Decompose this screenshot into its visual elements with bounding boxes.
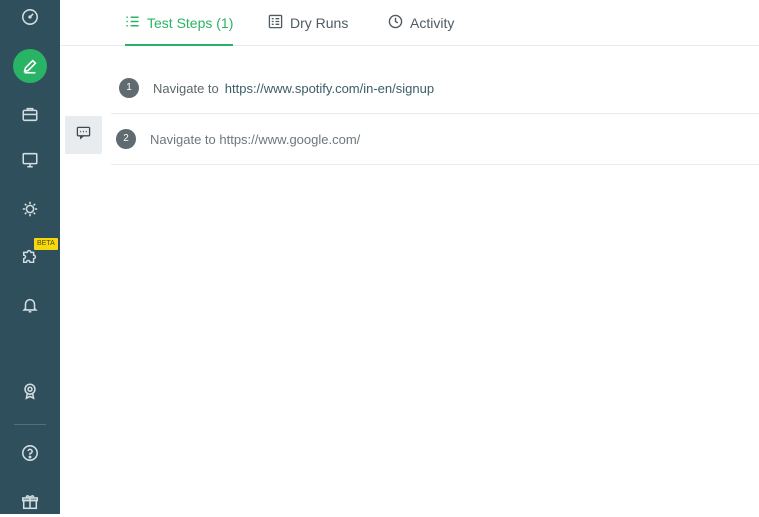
- step-action-text[interactable]: Navigate to https://www.google.com/: [150, 132, 360, 147]
- award-badge-icon[interactable]: [15, 376, 45, 406]
- left-sidebar: BETA: [0, 0, 60, 514]
- help-question-icon[interactable]: [15, 438, 45, 468]
- step-number: 2: [116, 129, 136, 149]
- tab-test-steps-label: Test Steps (1): [147, 14, 234, 31]
- step-row-1[interactable]: 1 Navigate to https://www.spotify.com/in…: [111, 63, 759, 114]
- tab-activity-label: Activity: [410, 14, 455, 31]
- beta-badge: BETA: [34, 238, 58, 250]
- tab-activity[interactable]: Activity: [388, 0, 454, 45]
- tab-bar: Test Steps (1) Dry Runs Activity: [60, 0, 759, 46]
- step-action-text: Navigate to: [153, 80, 219, 96]
- briefcase-icon[interactable]: [15, 99, 45, 129]
- bell-icon[interactable]: [15, 290, 45, 320]
- gear-bug-icon[interactable]: [15, 194, 45, 224]
- step-number: 1: [119, 78, 139, 98]
- clock-icon: [388, 14, 403, 32]
- dashboard-gauge-icon[interactable]: [15, 2, 45, 32]
- gift-icon[interactable]: [15, 487, 45, 517]
- report-list-icon: [268, 14, 283, 32]
- pencil-edit-icon[interactable]: [13, 49, 47, 83]
- monitor-icon[interactable]: [15, 145, 45, 175]
- step-url-link[interactable]: https://www.spotify.com/in-en/signup: [225, 81, 434, 96]
- step-row-2[interactable]: 2 Navigate to https://www.google.com/: [111, 114, 759, 165]
- list-icon: [125, 14, 140, 32]
- step-comment-button[interactable]: [65, 116, 102, 154]
- tab-dry-runs-label: Dry Runs: [290, 14, 349, 31]
- tab-dry-runs[interactable]: Dry Runs: [268, 0, 348, 45]
- tab-test-steps[interactable]: Test Steps (1): [125, 0, 234, 46]
- comment-message-icon: [76, 125, 91, 145]
- sidebar-divider: [14, 424, 46, 425]
